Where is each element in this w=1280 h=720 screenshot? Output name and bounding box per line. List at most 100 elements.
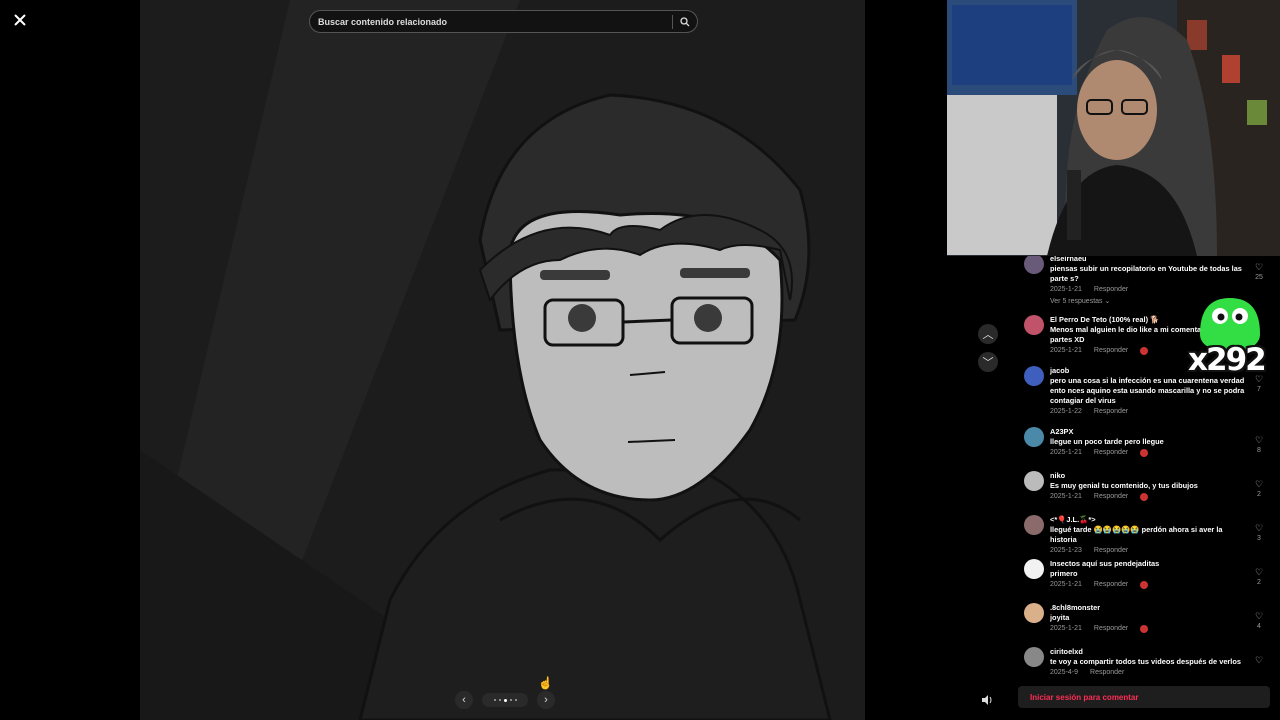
comic-illustration xyxy=(140,0,865,720)
comment-meta: 2025-1-23 Responder xyxy=(1050,546,1248,556)
avatar[interactable] xyxy=(1024,427,1044,447)
login-to-comment-link[interactable]: Iniciar sesión para comentar xyxy=(1030,693,1139,702)
comment-body: .8chl8monster joyita 2025-1-21 Responder xyxy=(1050,603,1248,634)
comment-text: Es muy genial tu comtenido, y tus dibujo… xyxy=(1050,481,1198,490)
comment-username[interactable]: niko xyxy=(1050,471,1248,481)
creator-liked-badge xyxy=(1140,493,1149,501)
search-icon xyxy=(680,16,690,26)
related-search-bar xyxy=(309,10,698,33)
page-dot[interactable] xyxy=(509,699,512,701)
creator-liked-badge xyxy=(1140,581,1149,589)
comment-meta: 2025-4-9 Responder xyxy=(1050,668,1248,676)
comment-date: 2025-1-21 xyxy=(1050,347,1082,354)
streamer-webcam xyxy=(947,0,1280,256)
next-video-button[interactable]: ﹀ xyxy=(978,352,998,372)
like-button[interactable]: ♡ 2 xyxy=(1252,567,1266,586)
reply-button[interactable]: Responder xyxy=(1094,407,1128,417)
chevron-up-icon: ︿ xyxy=(982,329,994,341)
like-count: 3 xyxy=(1257,535,1261,542)
comment-date: 2025-1-23 xyxy=(1050,547,1082,554)
heart-icon: ♡ xyxy=(1254,479,1264,489)
chevron-left-icon: ‹ xyxy=(462,694,466,706)
comment-date: 2025-1-21 xyxy=(1050,449,1082,456)
comment-text: llegue un poco tarde pero llegue xyxy=(1050,437,1164,446)
comment-username[interactable]: .8chl8monster xyxy=(1050,603,1248,613)
next-image-button[interactable]: › xyxy=(537,691,555,709)
like-count: 2 xyxy=(1257,579,1261,586)
like-button[interactable]: ♡ 4 xyxy=(1252,611,1266,630)
comment-meta: 2025-1-21 Responder xyxy=(1050,580,1248,590)
media-viewer: ‹ › ☝ ︿ ﹀ xyxy=(0,0,1008,720)
comment-body: niko Es muy genial tu comtenido, y tus d… xyxy=(1050,471,1248,502)
reply-button[interactable]: Responder xyxy=(1090,668,1124,676)
comment-date: 2025-1-22 xyxy=(1050,408,1082,415)
avatar[interactable] xyxy=(1024,366,1044,386)
like-button[interactable]: ♡ 25 xyxy=(1252,262,1266,281)
search-input[interactable] xyxy=(310,16,672,27)
like-count: 2 xyxy=(1257,491,1261,498)
volume-button[interactable] xyxy=(977,690,997,710)
heart-icon: ♡ xyxy=(1254,435,1264,445)
image-pager: ‹ › xyxy=(455,691,555,709)
comment-username[interactable]: A23PX xyxy=(1050,427,1248,437)
avatar[interactable] xyxy=(1024,559,1044,579)
avatar[interactable] xyxy=(1024,515,1044,535)
reply-button[interactable]: Responder xyxy=(1094,448,1128,458)
page-dot[interactable] xyxy=(514,699,517,701)
reply-button[interactable]: Responder xyxy=(1094,492,1128,502)
search-button[interactable] xyxy=(673,11,697,32)
comic-character-drawing xyxy=(140,0,865,720)
heart-icon: ♡ xyxy=(1254,262,1264,272)
comment-date: 2025-4-9 xyxy=(1050,669,1079,676)
like-button[interactable]: ♡ 2 xyxy=(1252,479,1266,498)
comment-text: piensas subir un recopilatorio en Youtub… xyxy=(1050,264,1242,283)
comment-text: joyita xyxy=(1050,613,1070,622)
comment-text: pero una cosa si la infección es una cua… xyxy=(1050,376,1245,405)
page-indicator xyxy=(482,693,528,707)
speaker-icon xyxy=(982,695,992,705)
like-count: 4 xyxy=(1257,623,1261,630)
comment-username[interactable]: Insectos aquí sus pendejaditas xyxy=(1050,559,1248,569)
creator-liked-badge xyxy=(1140,625,1149,633)
comment-meta: 2025-1-22 Responder xyxy=(1050,407,1248,417)
like-count: 7 xyxy=(1257,386,1261,393)
comment-date: 2025-1-21 xyxy=(1050,493,1082,500)
reply-button[interactable]: Responder xyxy=(1094,624,1128,634)
page-dot[interactable] xyxy=(498,699,501,701)
like-button[interactable]: ♡ 8 xyxy=(1252,435,1266,454)
avatar[interactable] xyxy=(1024,256,1044,274)
webcam-feed xyxy=(947,0,1280,256)
login-to-comment-bar[interactable]: Iniciar sesión para comentar xyxy=(1018,686,1270,708)
previous-video-button[interactable]: ︿ xyxy=(978,324,998,344)
reply-button[interactable]: Responder xyxy=(1094,580,1128,590)
comment-body: A23PX llegue un poco tarde pero llegue 2… xyxy=(1050,427,1248,458)
reply-button[interactable]: Responder xyxy=(1094,285,1128,295)
gift-count: x292 xyxy=(1188,342,1267,378)
avatar[interactable] xyxy=(1024,471,1044,491)
comment-username[interactable]: ciritoelxd xyxy=(1050,647,1248,657)
heart-icon: ♡ xyxy=(1254,567,1264,577)
close-button[interactable] xyxy=(10,10,30,30)
heart-icon: ♡ xyxy=(1254,655,1264,665)
like-button[interactable]: ♡ 3 xyxy=(1252,523,1266,542)
comment-text: llegué tarde 😭😭😭😭😭 perdón ahora si aver … xyxy=(1050,525,1223,544)
view-replies-label: Ver 5 respuestas xyxy=(1050,298,1103,305)
chevron-right-icon: › xyxy=(544,694,548,706)
like-count: 25 xyxy=(1255,274,1263,281)
comment-username[interactable]: elseirnaeu xyxy=(1050,256,1248,264)
like-button[interactable]: ♡ xyxy=(1252,655,1266,666)
page-dot-active[interactable] xyxy=(503,698,507,702)
comment-body: <*🎈J.L.🍒*> llegué tarde 😭😭😭😭😭 perdón aho… xyxy=(1050,515,1248,556)
avatar[interactable] xyxy=(1024,315,1044,335)
comment-username[interactable]: <*🎈J.L.🍒*> xyxy=(1050,515,1248,525)
reply-button[interactable]: Responder xyxy=(1094,346,1128,356)
reply-button[interactable]: Responder xyxy=(1094,546,1128,556)
heart-icon: ♡ xyxy=(1254,611,1264,621)
avatar[interactable] xyxy=(1024,603,1044,623)
avatar[interactable] xyxy=(1024,647,1044,667)
comment-body: ciritoelxd te voy a compartir todos tus … xyxy=(1050,647,1248,676)
page-dot[interactable] xyxy=(493,699,496,701)
comment-meta: 2025-1-21 Responder xyxy=(1050,624,1248,634)
prev-image-button[interactable]: ‹ xyxy=(455,691,473,709)
comment-text: primero xyxy=(1050,569,1078,578)
